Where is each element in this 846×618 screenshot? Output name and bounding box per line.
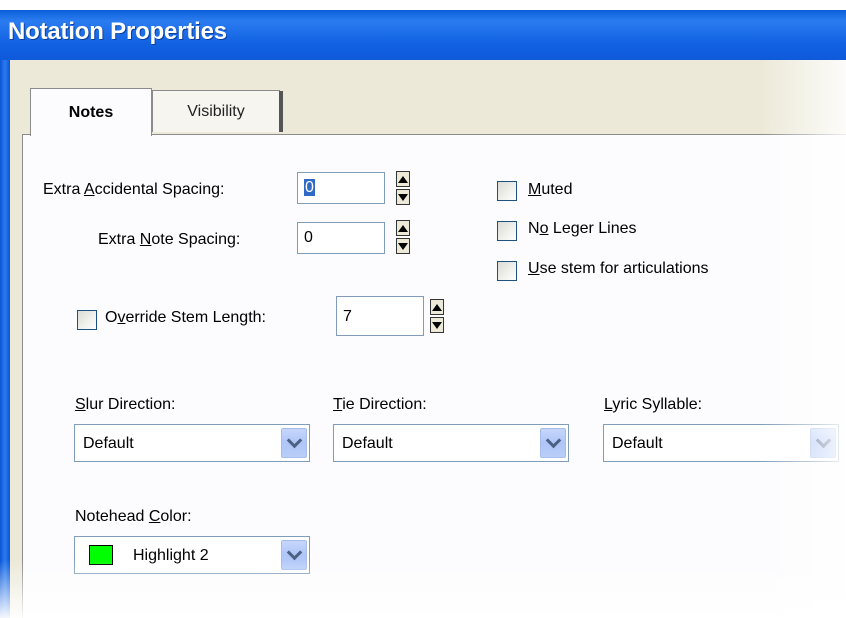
notehead-color-label: Notehead Color: (75, 508, 192, 525)
tab-visibility-label: Visibility (187, 102, 245, 120)
tie-direction-select[interactable]: Default (333, 424, 569, 462)
extra-accidental-spacing-spinner[interactable] (396, 171, 410, 205)
notation-properties-dialog: Notation Properties Notes Visibility Ext… (0, 0, 846, 618)
extra-note-spacing-spinner[interactable] (396, 220, 410, 254)
extra-note-spacing-input[interactable]: 0 (297, 222, 385, 254)
chevron-down-icon[interactable] (810, 428, 836, 458)
tie-direction-value: Default (342, 435, 393, 452)
window-title: Notation Properties (8, 18, 227, 45)
window-frame-left (0, 60, 10, 618)
tab-visibility[interactable]: Visibility (152, 90, 283, 132)
spinner-down-icon[interactable] (430, 317, 444, 333)
spinner-up-icon[interactable] (396, 171, 410, 187)
override-stem-length-input[interactable]: 7 (336, 296, 424, 336)
muted-label: Muted (528, 181, 573, 198)
spinner-up-icon[interactable] (396, 220, 410, 236)
lyric-syllable-select[interactable]: Default (603, 424, 839, 462)
chevron-down-icon[interactable] (540, 428, 566, 458)
chevron-down-icon[interactable] (281, 540, 307, 570)
lyric-syllable-label: Lyric Syllable: (604, 396, 703, 413)
override-stem-length-label: Override Stem Length: (105, 309, 266, 326)
muted-checkbox[interactable] (497, 181, 517, 201)
chevron-down-icon[interactable] (281, 428, 307, 458)
tab-notes-label: Notes (68, 103, 114, 121)
use-stem-checkbox[interactable] (497, 261, 517, 281)
tab-edge (279, 91, 283, 132)
override-stem-length-checkbox[interactable] (77, 310, 97, 330)
notehead-color-select[interactable]: Highlight 2 (74, 536, 310, 574)
slur-direction-value: Default (83, 435, 134, 452)
lyric-syllable-value: Default (612, 435, 663, 452)
extra-accidental-spacing-input[interactable]: 0 (297, 172, 385, 204)
notehead-color-value: Highlight 2 (133, 547, 209, 564)
tab-notes[interactable]: Notes (30, 88, 152, 136)
extra-accidental-spacing-label: Extra Accidental Spacing: (43, 181, 225, 198)
spinner-down-icon[interactable] (396, 238, 410, 254)
slur-direction-label: Slur Direction: (75, 396, 176, 413)
color-swatch (89, 545, 113, 565)
no-leger-lines-label: No Leger Lines (528, 220, 637, 237)
slur-direction-select[interactable]: Default (74, 424, 310, 462)
no-leger-lines-checkbox[interactable] (497, 221, 517, 241)
use-stem-label: Use stem for articulations (528, 260, 709, 277)
extra-note-spacing-label: Extra Note Spacing: (98, 231, 241, 248)
spinner-down-icon[interactable] (396, 189, 410, 205)
tie-direction-label: Tie Direction: (333, 396, 427, 413)
override-stem-length-spinner[interactable] (430, 299, 444, 333)
spinner-up-icon[interactable] (430, 299, 444, 315)
